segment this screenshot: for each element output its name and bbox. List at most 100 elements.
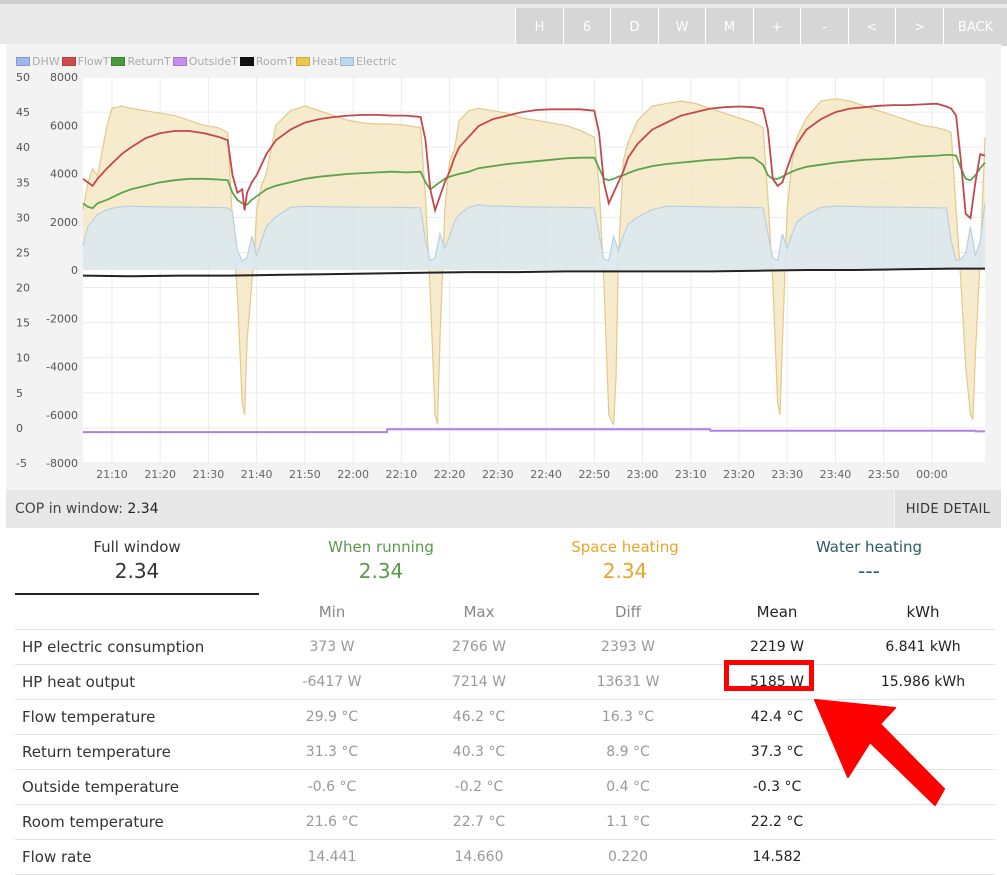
header-max: Max xyxy=(405,594,553,630)
cell-max: 22.7 °C xyxy=(405,804,553,840)
cell-max: 7214 W xyxy=(405,664,553,700)
x-tick-label: 22:10 xyxy=(386,468,418,481)
x-tick-label: 21:40 xyxy=(241,468,273,481)
y-left-tick-label: 35 xyxy=(16,176,30,189)
cell-kwh xyxy=(851,839,995,875)
cop-summary-bar: COP in window: 2.34 HIDE DETAIL xyxy=(6,490,1001,528)
header-min: Min xyxy=(259,594,405,630)
tab-space-heating[interactable]: Space heating 2.34 xyxy=(503,528,747,593)
y-left-tick-label: 45 xyxy=(16,106,30,119)
row-label: Flow temperature xyxy=(15,699,259,735)
y-left-tick-label: 40 xyxy=(16,141,30,154)
cop-value: 2.34 xyxy=(127,501,159,517)
cell-diff: 16.3 °C xyxy=(553,699,703,735)
tab-water-heating[interactable]: Water heating --- xyxy=(747,528,991,593)
header-diff: Diff xyxy=(553,594,703,630)
cell-kwh xyxy=(851,804,995,840)
y-power-tick-label: -4000 xyxy=(46,361,78,374)
cell-max: 14.660 xyxy=(405,839,553,875)
cell-min: 373 W xyxy=(259,629,405,665)
cell-mean: 37.3 °C xyxy=(703,734,851,770)
tab-value: 2.34 xyxy=(602,559,648,583)
x-tick-label: 23:50 xyxy=(868,468,900,481)
cell-kwh: 6.841 kWh xyxy=(851,629,995,665)
cell-kwh xyxy=(851,769,995,805)
y-left-tick-label: 10 xyxy=(16,352,30,365)
tab-label: Water heating xyxy=(815,538,923,556)
cell-min: -0.6 °C xyxy=(259,769,405,805)
tab-full-window[interactable]: Full window 2.34 xyxy=(15,528,259,595)
y-power-tick-label: 8000 xyxy=(50,71,78,84)
x-tick-label: 23:30 xyxy=(771,468,803,481)
y-left-tick-label: 50 xyxy=(16,71,30,84)
x-tick-label: 21:10 xyxy=(96,468,128,481)
x-tick-label: 21:20 xyxy=(144,468,176,481)
cell-min: 21.6 °C xyxy=(259,804,405,840)
tab-value: --- xyxy=(858,559,880,583)
x-tick-label: 22:30 xyxy=(482,468,514,481)
y-power-tick-label: 6000 xyxy=(50,119,78,132)
row-label: Flow rate xyxy=(15,839,259,875)
header-mean: Mean xyxy=(703,594,851,630)
y-left-tick-label: 20 xyxy=(16,282,30,295)
cell-mean: -0.3 °C xyxy=(703,769,851,805)
stats-table: Min Max Diff Mean kWh HP electric consum… xyxy=(15,594,995,875)
cell-kwh xyxy=(851,699,995,735)
y-left-tick-label: 30 xyxy=(16,211,30,224)
x-tick-label: 21:30 xyxy=(193,468,225,481)
hide-detail-button[interactable]: HIDE DETAIL xyxy=(894,490,1001,528)
stats-header-row: Min Max Diff Mean kWh xyxy=(15,594,995,630)
tab-value: 2.34 xyxy=(114,559,160,583)
mean-heat-highlight-box xyxy=(724,660,814,691)
cell-diff: 0.4 °C xyxy=(553,769,703,805)
row-label: Outside temperature xyxy=(15,769,259,805)
y-power-tick-label: 0 xyxy=(71,264,78,277)
table-row: Return temperature 31.3 °C 40.3 °C 8.9 °… xyxy=(15,734,995,770)
x-tick-label: 22:50 xyxy=(578,468,610,481)
row-label: HP heat output xyxy=(15,664,259,700)
cell-kwh xyxy=(851,734,995,770)
table-row: HP electric consumption 373 W 2766 W 239… xyxy=(15,629,995,665)
header-kwh: kWh xyxy=(851,594,995,630)
cell-mean: 14.582 xyxy=(703,839,851,875)
y-left-tick-label: 0 xyxy=(16,422,23,435)
x-tick-label: 22:40 xyxy=(530,468,562,481)
y-left-tick-label: 5 xyxy=(16,387,23,400)
time-series-chart[interactable]: 21:10 21:20 21:30 21:40 21:50 22:00 22:10 22:20… xyxy=(0,0,1007,490)
row-label: Return temperature xyxy=(15,734,259,770)
cell-diff: 2393 W xyxy=(553,629,703,665)
cell-mean: 22.2 °C xyxy=(703,804,851,840)
cell-min: 29.9 °C xyxy=(259,699,405,735)
table-row: HP heat output -6417 W 7214 W 13631 W 51… xyxy=(15,664,995,700)
cell-max: 46.2 °C xyxy=(405,699,553,735)
cell-min: 14.441 xyxy=(259,839,405,875)
x-tick-label: 22:20 xyxy=(434,468,466,481)
y-left-tick-label: -5 xyxy=(16,457,27,470)
x-tick-label: 22:00 xyxy=(337,468,369,481)
cell-diff: 13631 W xyxy=(553,664,703,700)
row-label: HP electric consumption xyxy=(15,629,259,665)
tab-when-running[interactable]: When running 2.34 xyxy=(259,528,503,593)
x-tick-label: 23:40 xyxy=(820,468,852,481)
cell-diff: 8.9 °C xyxy=(553,734,703,770)
cell-kwh: 15.986 kWh xyxy=(851,664,995,700)
tab-label: When running xyxy=(328,538,434,556)
table-row: Room temperature 21.6 °C 22.7 °C 1.1 °C … xyxy=(15,804,995,840)
x-tick-label: 23:00 xyxy=(627,468,659,481)
table-row: Outside temperature -0.6 °C -0.2 °C 0.4 … xyxy=(15,769,995,805)
cell-min: 31.3 °C xyxy=(259,734,405,770)
cell-diff: 0.220 xyxy=(553,839,703,875)
x-tick-label: 21:50 xyxy=(289,468,321,481)
tab-label: Space heating xyxy=(571,538,679,556)
cell-max: -0.2 °C xyxy=(405,769,553,805)
cop-label: COP in window: 2.34 xyxy=(15,501,159,517)
y-power-tick-label: 2000 xyxy=(50,216,78,229)
y-power-tick-label: -2000 xyxy=(46,312,78,325)
header-label xyxy=(15,594,259,630)
y-power-tick-label: 4000 xyxy=(50,168,78,181)
cell-mean: 42.4 °C xyxy=(703,699,851,735)
y-power-tick-label: -6000 xyxy=(46,409,78,422)
cell-max: 2766 W xyxy=(405,629,553,665)
x-tick-label: 23:20 xyxy=(723,468,755,481)
cop-label-text: COP in window: xyxy=(15,501,123,517)
